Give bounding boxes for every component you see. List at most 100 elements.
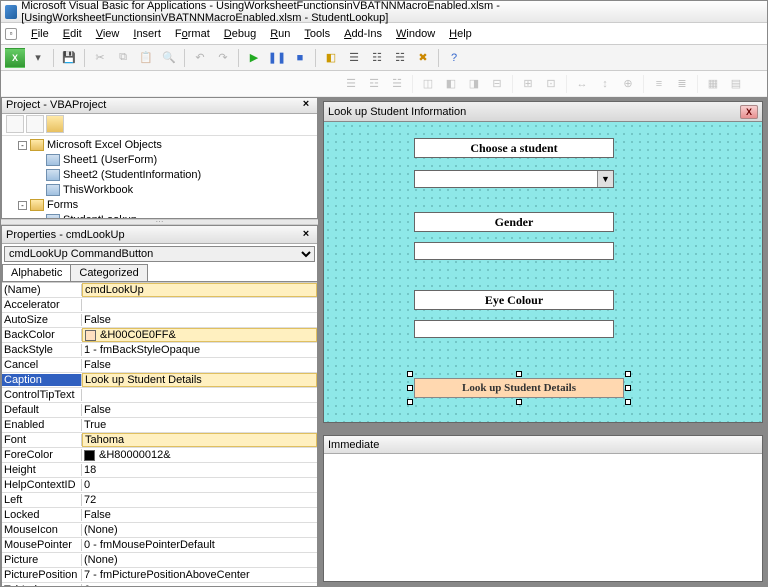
save-icon[interactable]: 💾 — [59, 48, 79, 68]
property-row[interactable]: Left72 — [2, 493, 317, 508]
menu-file[interactable]: File — [25, 26, 55, 42]
property-row[interactable]: Picture(None) — [2, 553, 317, 568]
tree-item[interactable]: ThisWorkbook — [6, 183, 313, 198]
properties-grid[interactable]: (Name)cmdLookUpAcceleratorAutoSizeFalseB… — [2, 282, 317, 586]
tab-categorized[interactable]: Categorized — [70, 264, 147, 281]
immediate-window[interactable]: Immediate × — [323, 435, 763, 582]
property-row[interactable]: BackStyle1 - fmBackStyleOpaque — [2, 343, 317, 358]
resize-handle[interactable] — [625, 385, 631, 391]
property-row[interactable]: Height18 — [2, 463, 317, 478]
userform-designer[interactable]: Look up Student Information X Choose a s… — [323, 101, 763, 423]
property-value[interactable]: Tahoma — [82, 433, 317, 447]
label-eye-colour[interactable]: Eye Colour — [414, 290, 614, 310]
property-row[interactable]: CancelFalse — [2, 358, 317, 373]
menu-insert[interactable]: Insert — [127, 26, 167, 42]
property-row[interactable]: MouseIcon(None) — [2, 523, 317, 538]
tree-item[interactable]: Sheet2 (StudentInformation) — [6, 168, 313, 183]
stop-icon[interactable]: ■ — [290, 48, 310, 68]
property-row[interactable]: BackColor&H00C0E0FF& — [2, 328, 317, 343]
property-value[interactable]: False — [82, 404, 317, 416]
tree-toggle-icon[interactable]: - — [18, 141, 27, 150]
tab-alphabetic[interactable]: Alphabetic — [2, 264, 71, 281]
property-value[interactable]: 72 — [82, 494, 317, 506]
tree-item[interactable]: -Forms — [6, 198, 313, 213]
project-tree[interactable]: -Microsoft Excel ObjectsSheet1 (UserForm… — [2, 136, 317, 218]
close-icon[interactable]: × — [299, 228, 313, 242]
property-value[interactable]: Look up Student Details — [82, 373, 317, 387]
property-row[interactable]: TabIndex6 — [2, 583, 317, 586]
menu-window[interactable]: Window — [390, 26, 441, 42]
property-row[interactable]: HelpContextID0 — [2, 478, 317, 493]
close-icon[interactable]: X — [740, 105, 758, 119]
help-icon[interactable]: ? — [444, 48, 464, 68]
paste-icon[interactable]: 📋 — [136, 48, 156, 68]
undo-icon[interactable]: ↶ — [190, 48, 210, 68]
property-value[interactable]: 7 - fmPicturePositionAboveCenter — [82, 569, 317, 581]
property-value[interactable]: (None) — [82, 524, 317, 536]
textbox-eye-colour[interactable] — [414, 320, 614, 338]
selected-control-cmdLookUp[interactable]: Look up Student Details — [410, 374, 628, 402]
combo-student[interactable]: ▼ — [414, 170, 614, 188]
menu-edit[interactable]: Edit — [57, 26, 88, 42]
menu-help[interactable]: Help — [443, 26, 478, 42]
property-value[interactable]: False — [82, 509, 317, 521]
property-row[interactable]: Accelerator — [2, 298, 317, 313]
property-value[interactable]: 1 - fmBackStyleOpaque — [82, 344, 317, 356]
property-row[interactable]: FontTahoma — [2, 433, 317, 448]
tree-item[interactable]: -Microsoft Excel Objects — [6, 138, 313, 153]
toggle-folders-icon[interactable] — [46, 115, 64, 133]
find-icon[interactable]: 🔍 — [159, 48, 179, 68]
property-row[interactable]: (Name)cmdLookUp — [2, 283, 317, 298]
property-value[interactable]: False — [82, 359, 317, 371]
close-icon[interactable]: × — [299, 98, 313, 112]
object-browser-icon[interactable]: ☵ — [390, 48, 410, 68]
resize-handle[interactable] — [516, 399, 522, 405]
property-value[interactable]: &H00C0E0FF& — [82, 328, 317, 342]
cut-icon[interactable]: ✂ — [90, 48, 110, 68]
menu-run[interactable]: Run — [264, 26, 296, 42]
property-row[interactable]: ControlTipText — [2, 388, 317, 403]
window-control-icon[interactable]: ▫ — [5, 28, 17, 40]
property-row[interactable]: DefaultFalse — [2, 403, 317, 418]
view-object-icon[interactable] — [26, 115, 44, 133]
property-value[interactable]: True — [82, 419, 317, 431]
copy-icon[interactable]: ⧉ — [113, 48, 133, 68]
excel-icon[interactable]: X — [5, 48, 25, 68]
label-gender[interactable]: Gender — [414, 212, 614, 232]
menu-debug[interactable]: Debug — [218, 26, 262, 42]
property-row[interactable]: LockedFalse — [2, 508, 317, 523]
dropdown-icon[interactable]: ▾ — [28, 48, 48, 68]
properties-icon[interactable]: ☷ — [367, 48, 387, 68]
redo-icon[interactable]: ↷ — [213, 48, 233, 68]
property-row[interactable]: ForeColor&H80000012& — [2, 448, 317, 463]
property-value[interactable]: False — [82, 314, 317, 326]
resize-handle[interactable] — [407, 399, 413, 405]
toolbox-icon[interactable]: ✖ — [413, 48, 433, 68]
tree-item[interactable]: Sheet1 (UserForm) — [6, 153, 313, 168]
tree-toggle-icon[interactable]: - — [18, 201, 27, 210]
property-row[interactable]: AutoSizeFalse — [2, 313, 317, 328]
pause-icon[interactable]: ❚❚ — [267, 48, 287, 68]
cmdLookUp-button[interactable]: Look up Student Details — [414, 378, 624, 398]
property-row[interactable]: MousePointer0 - fmMousePointerDefault — [2, 538, 317, 553]
property-value[interactable]: &H80000012& — [82, 449, 317, 461]
chevron-down-icon[interactable]: ▼ — [597, 171, 613, 187]
menu-view[interactable]: View — [90, 26, 126, 42]
resize-handle[interactable] — [407, 371, 413, 377]
property-value[interactable]: 0 — [82, 479, 317, 491]
resize-handle[interactable] — [625, 371, 631, 377]
view-code-icon[interactable] — [6, 115, 24, 133]
menu-format[interactable]: Format — [169, 26, 216, 42]
resize-handle[interactable] — [625, 399, 631, 405]
property-row[interactable]: PicturePosition7 - fmPicturePositionAbov… — [2, 568, 317, 583]
object-selector[interactable]: cmdLookUp CommandButton — [4, 246, 315, 262]
property-row[interactable]: CaptionLook up Student Details — [2, 373, 317, 388]
label-choose-student[interactable]: Choose a student — [414, 138, 614, 158]
property-value[interactable]: 6 — [82, 584, 317, 586]
menu-tools[interactable]: Tools — [298, 26, 336, 42]
textbox-gender[interactable] — [414, 242, 614, 260]
menu-addins[interactable]: Add-Ins — [338, 26, 388, 42]
property-row[interactable]: EnabledTrue — [2, 418, 317, 433]
design-mode-icon[interactable]: ◧ — [321, 48, 341, 68]
property-value[interactable]: (None) — [82, 554, 317, 566]
